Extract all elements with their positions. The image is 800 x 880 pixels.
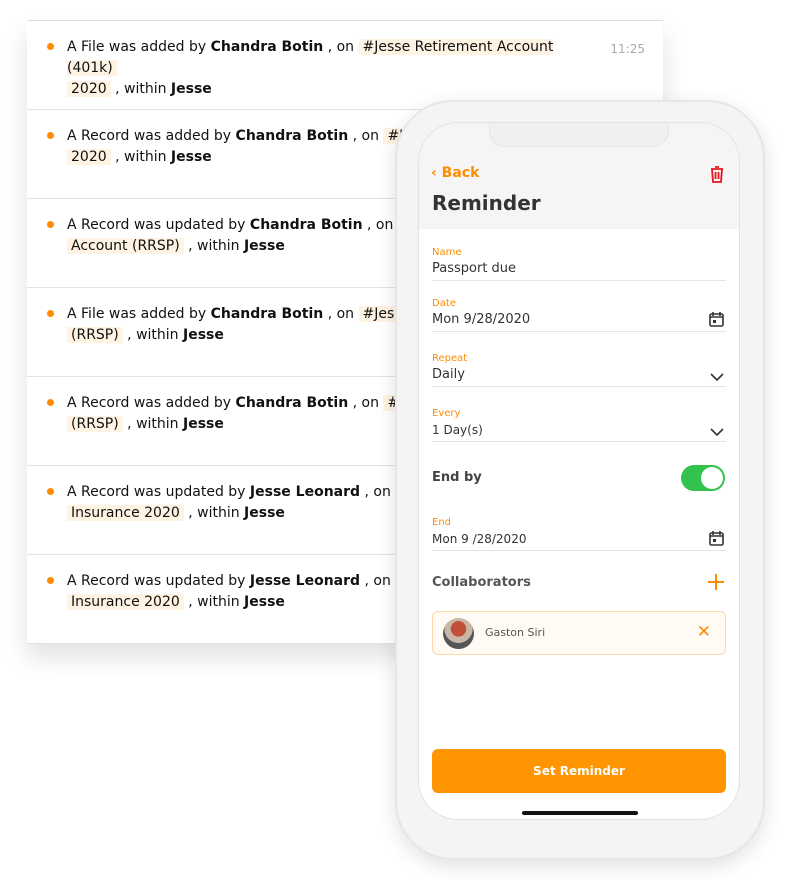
action-text: A File was added by	[67, 306, 211, 322]
on-text: , on	[360, 484, 396, 500]
end-date-field[interactable]: End Mon 9 /28/2020	[432, 517, 726, 551]
set-reminder-button[interactable]: Set Reminder	[432, 749, 726, 793]
on-text: , on	[348, 128, 384, 144]
unread-dot	[47, 132, 54, 139]
on-text: , on	[348, 395, 384, 411]
end-by-toggle[interactable]	[681, 465, 725, 491]
workspace-name: Jesse	[243, 238, 285, 254]
on-text: , on	[323, 39, 359, 55]
trash-icon[interactable]	[709, 165, 725, 187]
user-name: Chandra Botin	[210, 306, 324, 322]
record-tag-cont[interactable]: 2020	[67, 81, 111, 97]
workspace-name: Jesse	[244, 594, 285, 610]
add-collaborator-icon[interactable]	[707, 573, 725, 591]
calendar-icon[interactable]	[709, 530, 724, 546]
workspace-name: Jesse	[244, 505, 285, 521]
collaborator-name: Gaston Siri	[485, 626, 546, 639]
record-tag-cont[interactable]: (RRSP)	[67, 416, 123, 432]
action-text: A Record was added by	[67, 128, 236, 144]
action-text: A Record was added by	[67, 395, 236, 411]
on-text: , on	[362, 217, 398, 233]
unread-dot	[47, 399, 54, 406]
user-name: Chandra Botin	[235, 395, 349, 411]
record-tag-cont[interactable]: Account (RRSP)	[67, 238, 184, 254]
action-text: A Record was updated by	[67, 484, 250, 500]
workspace-name: Jesse	[182, 327, 224, 343]
page-title: Reminder	[432, 191, 541, 215]
unread-dot	[47, 43, 54, 50]
phone-notch	[489, 123, 669, 147]
back-button[interactable]: ‹ Back	[431, 165, 479, 181]
calendar-icon[interactable]	[709, 311, 724, 327]
collaborator-chip: Gaston Siri ✕	[432, 611, 726, 655]
action-text: A File was added by	[67, 39, 211, 55]
workspace-name: Jesse	[170, 81, 212, 97]
workspace-name: Jesse	[170, 149, 212, 165]
repeat-value: Daily	[432, 367, 465, 382]
workspace-name: Jesse	[182, 416, 224, 432]
unread-dot	[47, 488, 54, 495]
on-text: , on	[360, 573, 396, 589]
date-value: Mon 9/28/2020	[432, 312, 531, 327]
chevron-left-icon: ‹	[431, 165, 442, 181]
every-select[interactable]: Every 1 Day(s)	[432, 408, 726, 442]
repeat-label: Repeat	[432, 353, 468, 364]
name-field[interactable]: Name Passport due	[432, 247, 726, 281]
end-label: End	[432, 517, 452, 528]
back-label: Back	[441, 165, 480, 181]
user-name: Jesse Leonard	[249, 573, 361, 589]
record-tag-cont[interactable]: (RRSP)	[67, 327, 123, 343]
every-label: Every	[432, 408, 461, 419]
avatar	[443, 618, 474, 649]
within-text: , within	[183, 594, 245, 610]
on-text: , on	[323, 306, 359, 322]
name-label: Name	[432, 247, 462, 258]
user-name: Jesse Leonard	[249, 484, 361, 500]
within-text: , within	[110, 81, 171, 97]
action-text: A Record was updated by	[67, 573, 250, 589]
repeat-select[interactable]: Repeat Daily	[432, 353, 726, 387]
within-text: , within	[122, 327, 183, 343]
timestamp: 11:25	[610, 42, 645, 56]
within-text: , within	[183, 238, 244, 254]
header: ‹ Back Reminder	[419, 123, 739, 229]
unread-dot	[47, 310, 54, 317]
end-value: Mon 9 /28/2020	[432, 532, 527, 546]
within-text: , within	[183, 505, 245, 521]
collaborators-label: Collaborators	[432, 575, 531, 590]
end-by-label: End by	[432, 470, 482, 485]
unread-dot	[47, 221, 54, 228]
name-value: Passport due	[432, 261, 517, 276]
unread-dot	[47, 577, 54, 584]
record-tag-cont[interactable]: Insurance 2020	[67, 594, 184, 610]
user-name: Chandra Botin	[235, 128, 349, 144]
record-tag-cont[interactable]: 2020	[67, 149, 111, 165]
action-text: A Record was updated by	[67, 217, 250, 233]
reminder-screen: ‹ Back Reminder Name Passport due Date Mon…	[418, 122, 740, 820]
date-label: Date	[432, 298, 456, 309]
home-indicator	[522, 811, 638, 815]
within-text: , within	[110, 149, 171, 165]
user-name: Chandra Botin	[249, 217, 363, 233]
record-tag-cont[interactable]: Insurance 2020	[67, 505, 184, 521]
chevron-down-icon	[710, 428, 724, 437]
activity-item[interactable]: A File was added by Chandra Botin , on #…	[27, 21, 663, 110]
remove-collaborator-icon[interactable]: ✕	[697, 622, 711, 642]
chevron-down-icon	[710, 373, 724, 382]
within-text: , within	[122, 416, 183, 432]
date-field[interactable]: Date Mon 9/28/2020	[432, 298, 726, 332]
every-value: 1 Day(s)	[432, 423, 483, 437]
user-name: Chandra Botin	[210, 39, 324, 55]
